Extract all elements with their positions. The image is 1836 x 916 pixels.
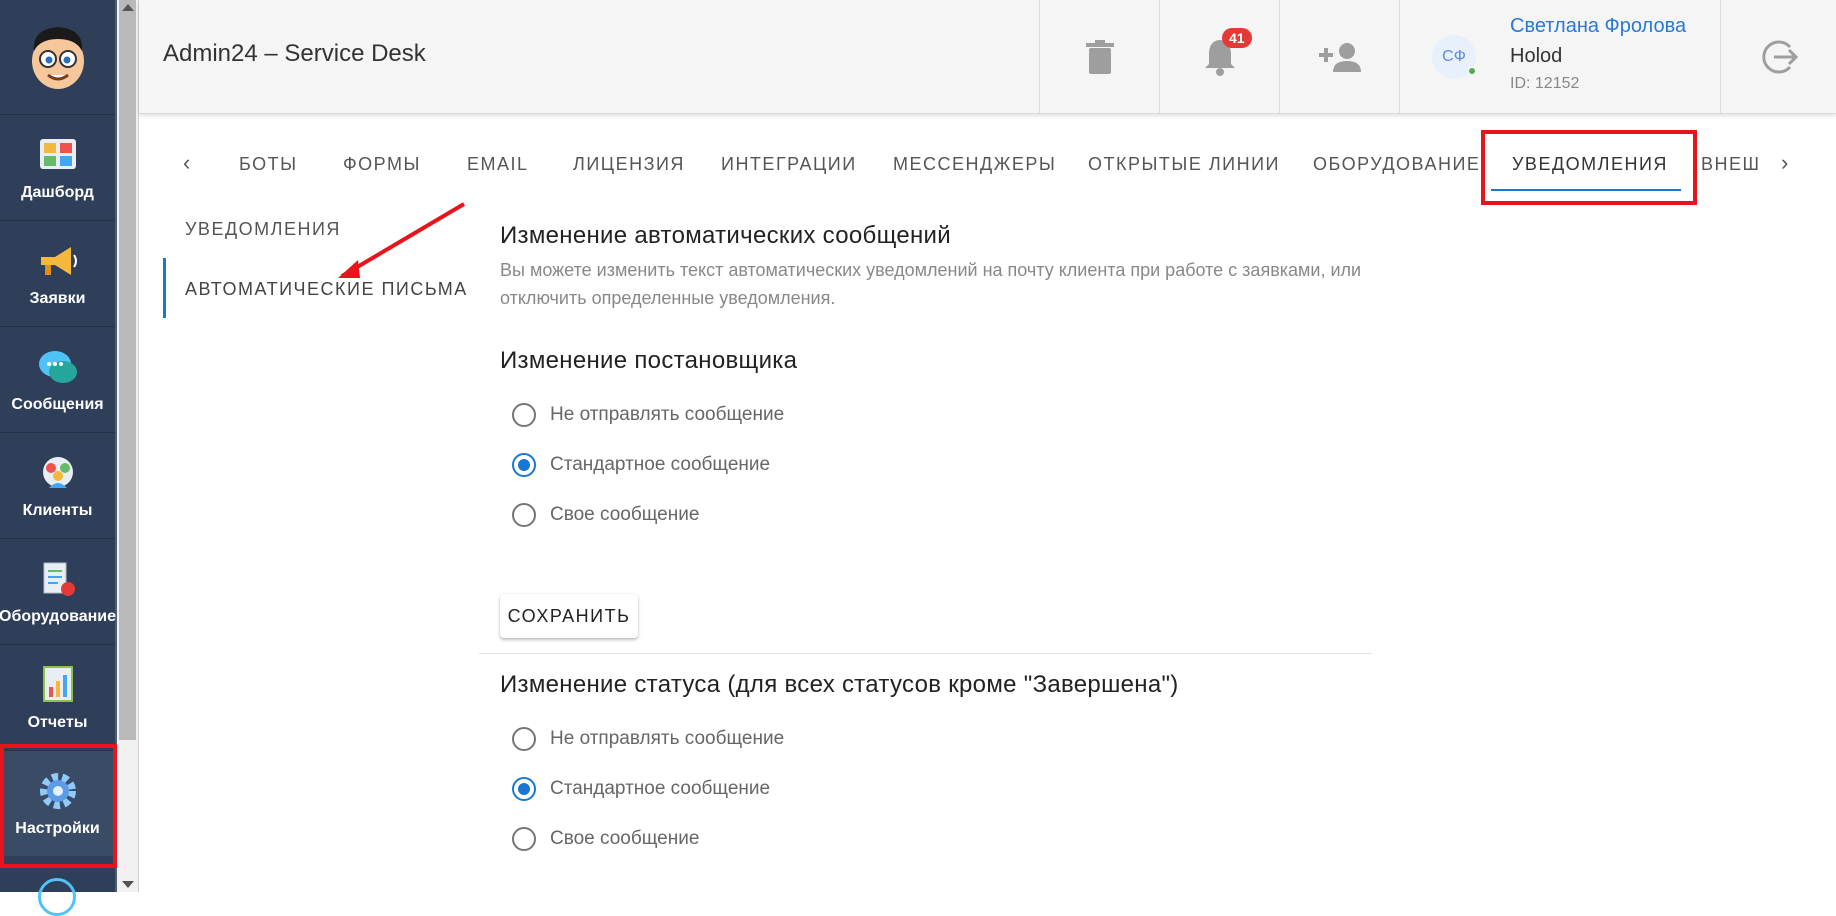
tab-open-lines[interactable]: ОТКРЫТЫЕ ЛИНИИ — [1088, 154, 1280, 175]
sidebar-item-more[interactable] — [38, 878, 76, 916]
trash-button[interactable] — [1039, 0, 1159, 114]
radio-label: Свое сообщение — [550, 504, 700, 525]
tab-integrations[interactable]: ИНТЕГРАЦИИ — [721, 154, 857, 175]
tab-email[interactable]: EMAIL — [467, 154, 529, 175]
tab-forms[interactable]: ФОРМЫ — [343, 154, 421, 175]
megaphone-icon — [37, 240, 79, 282]
page-title: Изменение автоматических сообщений — [500, 222, 951, 249]
user-name[interactable]: Светлана Фролова — [1510, 15, 1686, 38]
radio-button[interactable] — [512, 503, 536, 527]
radio-label: Свое сообщение — [550, 828, 700, 849]
logout-icon — [1761, 40, 1798, 74]
radio-label: Не отправлять сообщение — [550, 404, 785, 425]
radio-label: Стандартное сообщение — [550, 778, 771, 799]
scrollbar-thumb[interactable] — [119, 0, 136, 740]
tab-equipment[interactable]: ОБОРУДОВАНИЕ — [1313, 154, 1480, 175]
section-title-assignee: Изменение постановщика — [500, 347, 798, 374]
sidebar-item-label: Клиенты — [22, 501, 93, 519]
radio-button[interactable] — [512, 727, 536, 751]
radio-option-no-message[interactable]: Не отправлять сообщение — [512, 403, 784, 427]
user-id: ID: 12152 — [1510, 75, 1580, 92]
section-title-status: Изменение статуса (для всех статусов кро… — [500, 671, 1179, 698]
radio-button[interactable] — [512, 827, 536, 851]
save-button[interactable]: СОХРАНИТЬ — [500, 594, 638, 638]
scroll-up-icon[interactable] — [122, 4, 134, 11]
tab-external[interactable]: ВНЕШ — [1701, 154, 1761, 175]
sidebar-item-equipment[interactable]: Оборудование — [0, 538, 117, 644]
radio-option-no-message[interactable]: Не отправлять сообщение — [512, 727, 784, 751]
logout-button[interactable] — [1720, 0, 1836, 114]
scroll-down-icon[interactable] — [122, 881, 134, 888]
subnav-active-indicator — [163, 258, 166, 318]
highlight-tab-box — [1481, 130, 1697, 205]
sidebar-item-label: Сообщения — [11, 395, 104, 413]
sidebar-item-dashboard[interactable]: Дашборд — [0, 114, 115, 220]
highlight-settings-box — [0, 744, 117, 868]
tab-bots[interactable]: БОТЫ — [239, 154, 298, 175]
mascot-logo-icon — [31, 27, 84, 89]
radio-button-checked[interactable] — [512, 453, 536, 477]
radio-option-custom-message[interactable]: Свое сообщение — [512, 827, 699, 851]
radio-option-standard-message[interactable]: Стандартное сообщение — [512, 453, 770, 477]
section-divider — [479, 653, 1372, 654]
radio-label: Стандартное сообщение — [550, 454, 771, 475]
notifications-badge: 41 — [1222, 28, 1252, 48]
app-title: Admin24 – Service Desk — [163, 40, 426, 67]
sidebar-item-reports[interactable]: Отчеты — [0, 644, 115, 750]
sidebar-item-label: Заявки — [29, 289, 86, 307]
tab-messengers[interactable]: МЕССЕНДЖЕРЫ — [893, 154, 1056, 175]
tabs-prev-chevron-icon[interactable]: ‹ — [183, 150, 190, 176]
add-user-icon — [1318, 43, 1361, 72]
radio-option-standard-message[interactable]: Стандартное сообщение — [512, 777, 770, 801]
radio-option-custom-message[interactable]: Свое сообщение — [512, 503, 699, 527]
sidebar-item-label: Дашборд — [21, 183, 94, 201]
logo[interactable] — [0, 0, 115, 114]
trash-icon — [1085, 40, 1114, 74]
radio-label: Не отправлять сообщение — [550, 728, 785, 749]
page-description: Вы можете изменить текст автоматических … — [500, 260, 1362, 308]
radio-button[interactable] — [512, 403, 536, 427]
tab-license[interactable]: ЛИЦЕНЗИЯ — [573, 154, 685, 175]
sidebar-item-label: Отчеты — [27, 713, 88, 731]
subnav-item-notifications[interactable]: УВЕДОМЛЕНИЯ — [185, 219, 341, 240]
chat-icon — [37, 346, 79, 388]
sidebar-item-tickets[interactable]: Заявки — [0, 220, 115, 326]
annotation-arrow-icon — [338, 202, 466, 278]
add-user-button[interactable] — [1279, 0, 1399, 114]
notifications-button[interactable]: 41 — [1159, 0, 1279, 114]
top-bar: Admin24 – Service Desk 41 СФ Светлана Фр… — [139, 0, 1836, 114]
sidebar-item-label: Оборудование — [0, 607, 117, 625]
sidebar-item-clients[interactable]: Клиенты — [0, 432, 115, 538]
radio-button-checked[interactable] — [512, 777, 536, 801]
clients-icon — [37, 452, 79, 494]
online-status-icon — [1467, 66, 1477, 76]
equipment-icon — [37, 558, 79, 600]
tabs-next-chevron-icon[interactable]: › — [1781, 150, 1788, 176]
reports-icon — [37, 664, 79, 706]
sidebar-item-messages[interactable]: Сообщения — [0, 326, 115, 432]
user-profile[interactable]: СФ Светлана Фролова Holod ID: 12152 — [1399, 0, 1720, 114]
user-company: Holod — [1510, 45, 1563, 67]
dashboard-icon — [37, 134, 79, 176]
